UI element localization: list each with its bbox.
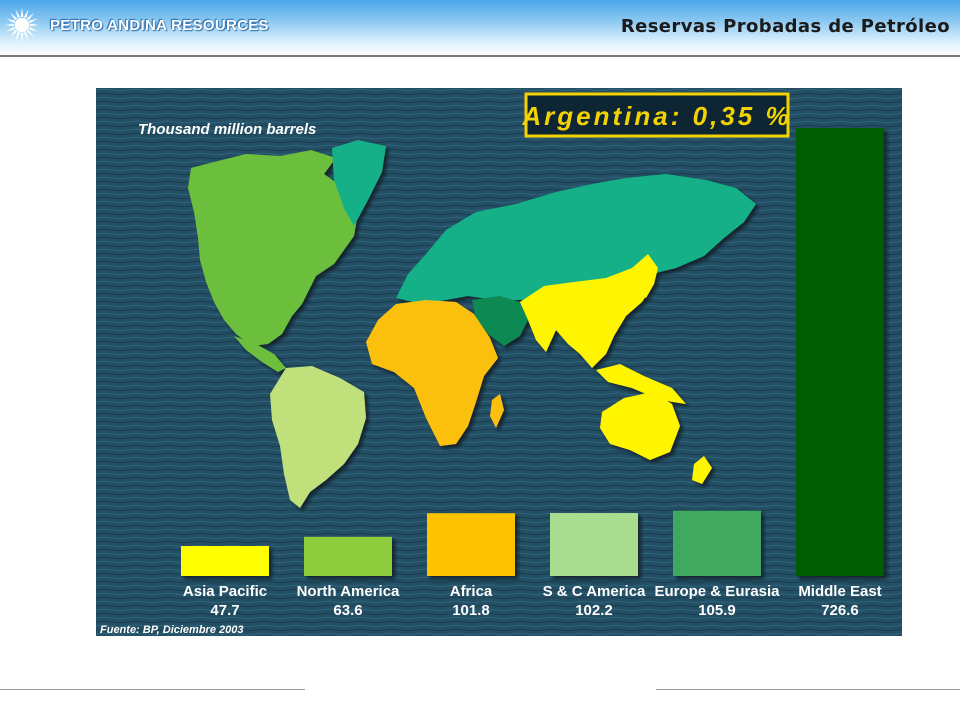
chart-panel: Thousand million barrels Argentina: 0,35… bbox=[96, 88, 902, 636]
bar-s-c-america bbox=[550, 512, 638, 576]
value-label: 63.6 bbox=[333, 602, 362, 619]
value-label: 726.6 bbox=[821, 602, 859, 619]
header-divider bbox=[0, 55, 960, 57]
header-bar: PETRO ANDINA RESOURCES Reservas Probadas… bbox=[0, 0, 960, 55]
bar-africa bbox=[427, 513, 515, 576]
bar-europe-eurasia bbox=[673, 510, 761, 576]
bar-middle-east bbox=[796, 128, 884, 576]
footer-rule-left bbox=[0, 689, 305, 690]
argentina-share: Argentina: 0,35 % bbox=[521, 101, 791, 131]
unit-label: Thousand million barrels bbox=[138, 121, 316, 138]
category-label: Middle East bbox=[798, 583, 881, 600]
category-label: S & C America bbox=[543, 583, 646, 600]
source-note: Fuente: BP, Diciembre 2003 bbox=[100, 624, 243, 636]
oil-reserves-chart: Thousand million barrels Argentina: 0,35… bbox=[96, 88, 902, 636]
sunburst-logo-icon bbox=[4, 7, 40, 43]
bar-asia-pacific bbox=[181, 546, 269, 576]
company-name: PETRO ANDINA RESOURCES bbox=[50, 17, 269, 34]
page-title: Reservas Probadas de Petróleo bbox=[620, 16, 950, 37]
footer-rule-right bbox=[656, 689, 960, 690]
bar-north-america bbox=[304, 536, 392, 576]
category-label: North America bbox=[297, 583, 400, 600]
value-label: 47.7 bbox=[210, 602, 239, 619]
category-label: Africa bbox=[450, 583, 493, 600]
category-label: Europe & Eurasia bbox=[654, 583, 780, 600]
value-label: 102.2 bbox=[575, 602, 613, 619]
value-label: 105.9 bbox=[698, 602, 736, 619]
value-label: 101.8 bbox=[452, 602, 490, 619]
category-label: Asia Pacific bbox=[183, 583, 267, 600]
